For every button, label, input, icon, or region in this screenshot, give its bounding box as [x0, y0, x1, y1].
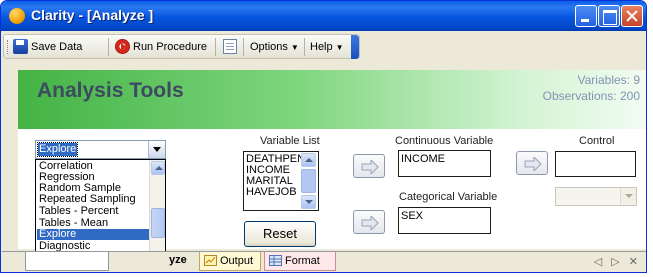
spreadsheet-icon[interactable] — [223, 39, 237, 54]
tab-output-label: Output — [220, 255, 254, 267]
variable-list-scrollbar[interactable] — [301, 153, 317, 209]
procedure-select-value: Explore — [36, 142, 79, 157]
dropdown-option-selected[interactable]: Explore — [37, 229, 149, 240]
arrow-right-icon — [361, 216, 379, 230]
chevron-down-icon: ▼ — [290, 43, 299, 52]
add-control-button[interactable] — [516, 151, 548, 175]
scroll-up-icon[interactable] — [301, 153, 316, 167]
arrow-right-icon — [361, 160, 379, 174]
add-categorical-button[interactable] — [353, 210, 385, 234]
reset-button[interactable]: Reset — [244, 221, 316, 247]
chevron-down-icon[interactable] — [148, 141, 165, 158]
chevron-down-icon: ▼ — [335, 43, 344, 52]
toolbar-separator — [215, 38, 216, 56]
analysis-panel: Analysis Tools Variables: 9 Observations… — [18, 70, 646, 269]
tab-navigation[interactable]: ◁ ▷ ✕ — [594, 255, 641, 268]
panel-header: Analysis Tools Variables: 9 Observations… — [18, 70, 646, 129]
main-toolbar: Save Data Run Procedure Options ▼ Help ▼ — [3, 34, 360, 59]
tab-strip: Output Format ◁ ▷ ✕ — [2, 251, 646, 272]
options-menu[interactable]: Options ▼ — [250, 38, 299, 56]
save-data-button[interactable]: Save Data — [31, 38, 82, 56]
control-label: Control — [579, 135, 615, 147]
tab-format[interactable]: Format — [264, 252, 336, 271]
list-item[interactable]: HAVEJOB — [246, 187, 297, 198]
title-bar[interactable]: Clarity - [Analyze ] — [1, 1, 646, 31]
control-select[interactable] — [555, 187, 637, 206]
continuous-variable-label: Continuous Variable — [395, 135, 494, 147]
chart-icon — [204, 255, 217, 266]
tab-format-label: Format — [285, 255, 320, 267]
categorical-variable-label: Categorical Variable — [399, 191, 498, 203]
app-logo-icon — [9, 8, 25, 24]
tab-output[interactable]: Output — [199, 252, 261, 271]
procedure-select[interactable]: Explore — [35, 140, 166, 159]
options-menu-label: Options — [250, 41, 288, 53]
observations-count: Observations: 200 — [542, 89, 640, 103]
dropdown-option[interactable]: Tables - Percent — [37, 206, 149, 217]
page-title: Analysis Tools — [37, 79, 184, 102]
categorical-variable-field[interactable]: SEX — [398, 207, 491, 234]
help-menu-label: Help — [310, 41, 333, 53]
toolbar-grip[interactable] — [7, 40, 10, 54]
chevron-down-icon[interactable] — [620, 188, 636, 205]
minimize-button[interactable] — [575, 5, 597, 27]
toolbar-separator — [108, 38, 109, 56]
save-icon — [13, 39, 28, 54]
add-continuous-button[interactable] — [353, 154, 385, 178]
run-procedure-button[interactable]: Run Procedure — [133, 38, 207, 56]
control-variable-field[interactable] — [555, 151, 636, 177]
maximize-button[interactable] — [598, 5, 620, 27]
tab-analyze[interactable] — [25, 252, 109, 271]
scrollbar-thumb[interactable] — [301, 169, 316, 193]
help-menu[interactable]: Help ▼ — [310, 38, 344, 56]
variable-listbox[interactable]: DEATHPEN INCOME MARITAL HAVEJOB — [243, 151, 319, 211]
variables-count: Variables: 9 — [577, 73, 640, 87]
grid-icon — [269, 255, 282, 266]
scrollbar-thumb[interactable] — [151, 208, 165, 238]
application-window: Clarity - [Analyze ] Save Data Run Proce… — [0, 0, 647, 273]
tab-analyze-label: yze — [169, 254, 187, 266]
toolbar-separator — [243, 38, 244, 56]
scroll-down-icon[interactable] — [301, 195, 316, 209]
window-title: Clarity - [Analyze ] — [31, 7, 154, 23]
toolbar-separator — [304, 38, 305, 56]
arrow-right-icon — [524, 157, 542, 171]
dropdown-option[interactable]: Repeated Sampling — [37, 194, 149, 205]
run-icon — [115, 39, 130, 54]
toolbar-overflow-button[interactable] — [351, 35, 359, 59]
variable-list-label: Variable List — [260, 135, 320, 147]
scroll-up-icon[interactable] — [151, 161, 165, 175]
continuous-variable-field[interactable]: INCOME — [398, 150, 491, 177]
close-button[interactable] — [621, 5, 643, 27]
